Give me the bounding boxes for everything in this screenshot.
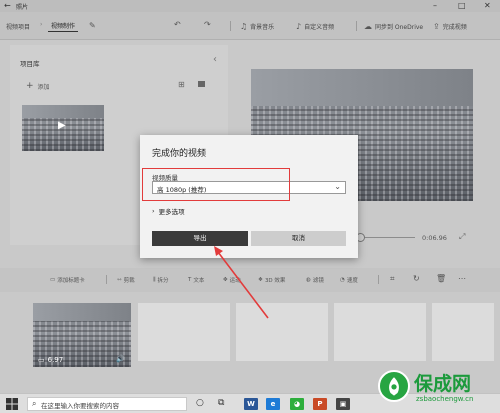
video-clip-icon: ▭: [38, 356, 45, 364]
3d-effects-button[interactable]: ❖ 3D 效果: [258, 276, 285, 284]
cloud-sync-icon: ☁: [364, 22, 372, 31]
windows-start-icon[interactable]: [6, 398, 18, 410]
add-title-card-button[interactable]: ▭ 添加标题卡: [50, 276, 85, 284]
filters-icon: ◍: [306, 277, 311, 283]
3d-effects-icon: ❖: [258, 277, 263, 283]
storyboard-toolbar: ▭ 添加标题卡 ⇿ 剪裁 ⫼ 拆分 T 文本 ✥ 运动 ❖ 3D 效果 ◍ 滤镜…: [0, 268, 500, 292]
custom-audio-button[interactable]: ♪ 自定义音频: [296, 22, 334, 31]
music-note-icon: ♫: [240, 22, 248, 31]
undo-icon[interactable]: ↶: [174, 20, 181, 29]
background-music-button[interactable]: ♫ 背景音乐: [240, 22, 274, 31]
text-button[interactable]: T 文本: [188, 276, 204, 284]
empty-storyboard-slot[interactable]: [334, 303, 426, 361]
empty-storyboard-slot[interactable]: [236, 303, 328, 361]
powerpoint-icon[interactable]: P: [313, 398, 327, 410]
word-icon[interactable]: W: [244, 398, 258, 410]
minimize-icon[interactable]: –: [433, 0, 437, 11]
search-placeholder: 在这里输入你要搜索的内容: [41, 402, 119, 410]
chevron-down-icon: ⌄: [334, 182, 341, 191]
chevron-right-icon: ›: [40, 21, 43, 28]
breadcrumb-video-projects[interactable]: 视频项目: [6, 22, 30, 31]
finish-video-button[interactable]: ⇪ 完成视频: [433, 22, 467, 31]
edge-icon[interactable]: e: [266, 398, 280, 410]
more-icon[interactable]: ⋯: [458, 274, 466, 283]
search-icon: ⌕: [32, 399, 37, 408]
resize-icon[interactable]: ⌗: [390, 274, 395, 284]
grid-view-icon[interactable]: ⊞: [178, 80, 185, 89]
filters-button[interactable]: ◍ 滤镜: [306, 276, 324, 284]
export-button[interactable]: 导出: [152, 231, 248, 246]
watermark-url: zsbaochengw.cn: [416, 395, 474, 403]
storyboard-clip[interactable]: ▭ 6.97 🔊: [33, 303, 131, 367]
watermark-text: 保成网: [414, 373, 472, 395]
empty-storyboard-slot[interactable]: [138, 303, 230, 361]
clip-duration: ▭ 6.97: [38, 356, 64, 364]
seek-bar[interactable]: [360, 237, 415, 238]
empty-storyboard-slot[interactable]: [432, 303, 494, 361]
trim-icon: ⇿: [117, 277, 122, 283]
library-title: 项目库: [20, 60, 40, 68]
speed-button[interactable]: ◔ 速度: [340, 276, 358, 284]
title-bar: ← 照片 – □ ✕: [0, 0, 500, 12]
export-icon: ⇪: [433, 22, 440, 31]
watermark-logo: [378, 370, 410, 402]
chevron-right-icon: ›: [152, 207, 155, 215]
cancel-button[interactable]: 取消: [251, 231, 346, 246]
list-view-icon[interactable]: [198, 81, 205, 87]
rename-pencil-icon[interactable]: ✎: [89, 21, 96, 30]
playback-time: 0:06.96: [422, 234, 447, 242]
collapse-panel-icon[interactable]: ‹: [213, 54, 217, 65]
window-title: 照片: [16, 4, 29, 11]
task-view-icon[interactable]: ⧉: [218, 398, 224, 408]
play-icon: ▶: [58, 120, 66, 131]
tab-video-editor[interactable]: 视频制作: [48, 20, 79, 32]
text-icon: T: [188, 277, 192, 283]
library-video-thumbnail[interactable]: ▶: [22, 105, 104, 151]
dialog-title: 完成你的视频: [152, 149, 207, 159]
motion-button[interactable]: ✥ 运动: [223, 276, 241, 284]
delete-icon[interactable]: 🗑: [436, 274, 446, 283]
close-icon[interactable]: ✕: [484, 0, 491, 11]
trim-button[interactable]: ⇿ 剪裁: [117, 276, 135, 284]
cortana-icon[interactable]: ○: [196, 398, 204, 408]
fullscreen-icon[interactable]: ⤢: [459, 232, 465, 242]
motion-icon: ✥: [223, 277, 228, 283]
redo-icon[interactable]: ↷: [204, 20, 211, 29]
app-toolbar: 视频项目 › 视频制作 ✎ ↶ ↷ ♫ 背景音乐 ♪ 自定义音频 ☁ 同步到 O…: [0, 12, 500, 40]
audio-wave-icon: ♪: [296, 22, 302, 31]
plus-icon: +: [26, 81, 34, 91]
add-media-button[interactable]: + 添加: [26, 81, 50, 91]
annotation-highlight-box: [142, 168, 290, 201]
more-options-toggle[interactable]: › 更多选项: [152, 206, 185, 216]
title-card-icon: ▭: [50, 277, 56, 283]
photos-app-icon[interactable]: ▣: [336, 398, 350, 410]
speed-icon: ◔: [340, 277, 345, 283]
sync-onedrive-button[interactable]: ☁ 同步到 OneDrive: [364, 22, 423, 31]
back-arrow-icon[interactable]: ←: [4, 1, 11, 10]
split-button[interactable]: ⫼ 拆分: [153, 276, 169, 285]
maximize-icon[interactable]: □: [458, 0, 466, 11]
taskbar-search-box[interactable]: ⌕ 在这里输入你要搜索的内容: [27, 397, 187, 411]
speaker-icon[interactable]: 🔊: [116, 355, 125, 363]
wechat-icon[interactable]: ◕: [290, 398, 304, 410]
split-icon: ⫼: [153, 276, 156, 283]
rotate-icon[interactable]: ↻: [413, 274, 420, 283]
